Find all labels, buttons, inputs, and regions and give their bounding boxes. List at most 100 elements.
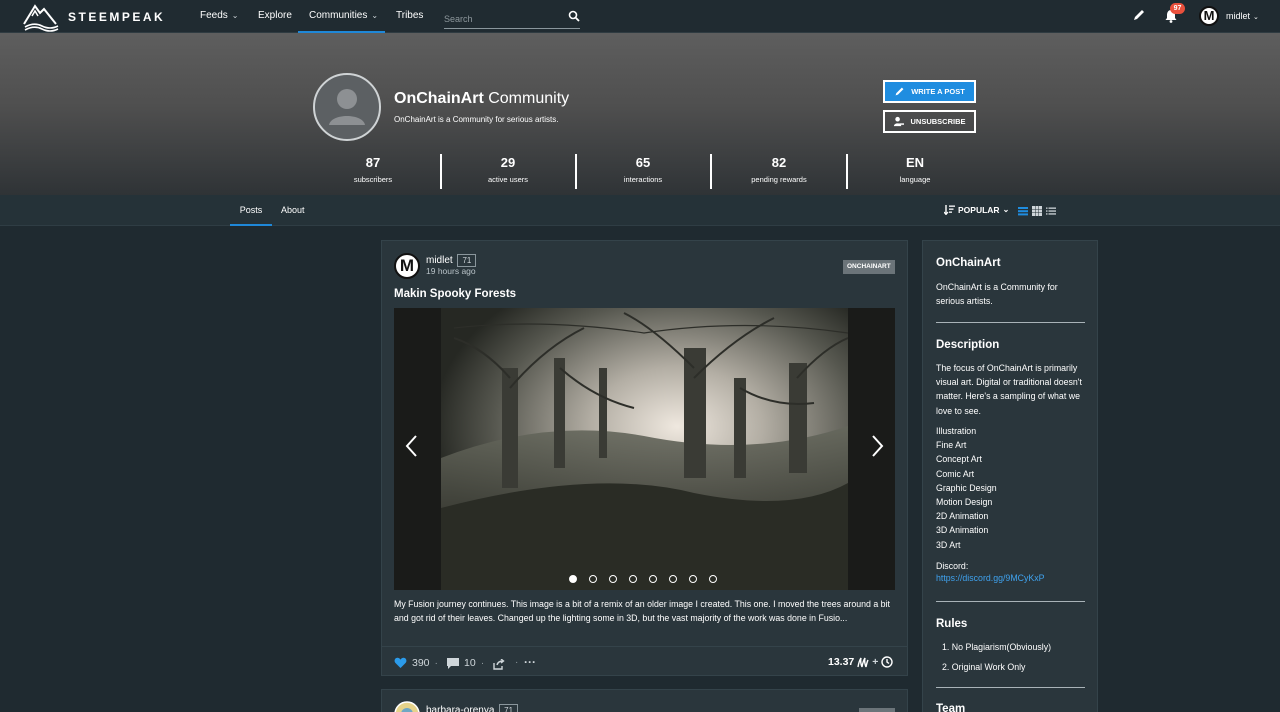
category-item: Comic Art bbox=[936, 468, 975, 479]
stat-value: 87 bbox=[365, 155, 381, 170]
steem-icon bbox=[857, 657, 869, 667]
stat-divider bbox=[440, 154, 442, 189]
discord-link[interactable]: https://discord.gg/9MCyKxP bbox=[936, 573, 1045, 583]
post-author-name[interactable]: barbara-orenya bbox=[426, 705, 494, 712]
post-author-name[interactable]: midlet bbox=[426, 255, 453, 266]
category-item: Graphic Design bbox=[936, 482, 997, 493]
vote-button[interactable]: 390 · bbox=[394, 657, 438, 669]
separator-dot: · bbox=[480, 657, 485, 669]
community-tag[interactable] bbox=[859, 708, 895, 712]
post-timestamp[interactable]: 19 hours ago bbox=[426, 266, 476, 276]
mountain-logo-icon bbox=[23, 4, 59, 32]
post-card: M midlet 71 19 hours ago ONCHAINART Maki… bbox=[381, 240, 908, 676]
list-view-icon[interactable] bbox=[1018, 206, 1028, 216]
more-options-icon[interactable]: ··· bbox=[524, 655, 536, 669]
community-tabs: Posts About POPULAR ⌄ bbox=[0, 195, 1280, 226]
pencil-icon bbox=[895, 87, 904, 96]
write-post-button[interactable]: WRITE A POST bbox=[883, 80, 976, 103]
stat-divider bbox=[575, 154, 577, 189]
carousel-next-icon[interactable] bbox=[871, 434, 885, 458]
comments-button[interactable]: 10 · bbox=[447, 657, 484, 669]
share-icon[interactable] bbox=[493, 659, 505, 670]
chevron-down-icon: ⌄ bbox=[1253, 14, 1259, 21]
stat-language: EN language bbox=[850, 155, 980, 184]
search-input[interactable] bbox=[444, 6, 554, 26]
community-title: OnChainArt Community bbox=[394, 90, 569, 108]
tab-about[interactable]: About bbox=[281, 195, 305, 226]
category-item: Motion Design bbox=[936, 497, 993, 508]
unsubscribe-button[interactable]: UNSUBSCRIBE bbox=[883, 110, 976, 133]
clock-icon bbox=[881, 656, 894, 668]
chevron-down-icon: ⌄ bbox=[1002, 205, 1010, 214]
carousel-dots bbox=[569, 575, 717, 583]
grid-view-icon[interactable] bbox=[1032, 206, 1042, 216]
stat-label: active users bbox=[487, 175, 529, 184]
comment-count: 10 bbox=[464, 657, 476, 669]
stat-pending-rewards: 82 pending rewards bbox=[714, 155, 844, 184]
stat-value: EN bbox=[905, 155, 925, 170]
payout-value: 13.37 bbox=[828, 656, 855, 668]
category-item: Fine Art bbox=[936, 440, 967, 451]
sort-label: POPULAR bbox=[958, 204, 1000, 215]
team-heading: Team bbox=[936, 703, 966, 712]
carousel-dot[interactable] bbox=[689, 575, 697, 583]
carousel-dot[interactable] bbox=[569, 575, 577, 583]
plus-sign: + bbox=[872, 656, 879, 668]
nav-explore-label: Explore bbox=[258, 10, 292, 21]
user-placeholder-icon bbox=[329, 89, 365, 125]
post-payout[interactable]: 13.37 + bbox=[828, 656, 894, 668]
post-author-avatar[interactable]: M bbox=[394, 253, 420, 279]
carousel-dot[interactable] bbox=[709, 575, 717, 583]
rules-heading: Rules bbox=[936, 618, 968, 630]
steempeak-logo[interactable]: STEEMPEAK bbox=[22, 2, 165, 32]
comment-icon bbox=[447, 657, 459, 669]
forest-image bbox=[394, 308, 895, 590]
nav-feeds-label: Feeds bbox=[200, 10, 228, 21]
stat-subscribers: 87 subscribers bbox=[308, 155, 438, 184]
write-post-label: WRITE A POST bbox=[911, 87, 965, 96]
community-avatar bbox=[313, 73, 381, 141]
post-excerpt[interactable]: My Fusion journey continues. This image … bbox=[394, 597, 898, 626]
brand-name: STEEMPEAK bbox=[68, 10, 166, 24]
tab-posts[interactable]: Posts bbox=[230, 195, 272, 226]
community-header: OnChainArt Community OnChainArt is a Com… bbox=[0, 33, 1280, 195]
nav-tribes[interactable]: Tribes bbox=[396, 0, 423, 33]
notification-count-badge: 97 bbox=[1170, 3, 1185, 14]
post-author-avatar[interactable] bbox=[394, 701, 420, 712]
carousel-dot[interactable] bbox=[629, 575, 637, 583]
separator-dot: · bbox=[434, 657, 439, 669]
unsubscribe-label: UNSUBSCRIBE bbox=[910, 117, 966, 126]
carousel-dot[interactable] bbox=[609, 575, 617, 583]
nav-feeds[interactable]: Feeds ⌄ bbox=[200, 0, 239, 33]
nav-explore[interactable]: Explore bbox=[258, 0, 292, 33]
divider bbox=[936, 322, 1085, 323]
username: midlet bbox=[1226, 11, 1251, 21]
carousel-dot[interactable] bbox=[589, 575, 597, 583]
reputation-badge: 71 bbox=[499, 704, 519, 712]
search-icon[interactable] bbox=[568, 10, 580, 22]
user-avatar[interactable]: M bbox=[1199, 6, 1219, 26]
user-menu[interactable]: midlet ⌄ bbox=[1226, 11, 1259, 21]
sort-icon bbox=[944, 205, 955, 215]
post-title[interactable]: Makin Spooky Forests bbox=[394, 288, 516, 300]
chevron-down-icon: ⌄ bbox=[371, 11, 379, 20]
carousel-dot[interactable] bbox=[669, 575, 677, 583]
sort-dropdown[interactable]: POPULAR ⌄ bbox=[944, 204, 1009, 215]
community-tag[interactable]: ONCHAINART bbox=[843, 260, 895, 274]
carousel-prev-icon[interactable] bbox=[404, 434, 418, 458]
stat-interactions: 65 interactions bbox=[578, 155, 708, 184]
nav-communities[interactable]: Communities ⌄ bbox=[298, 0, 385, 33]
category-item: 2D Animation bbox=[936, 511, 989, 522]
description-heading: Description bbox=[936, 339, 1000, 351]
carousel-dot[interactable] bbox=[649, 575, 657, 583]
divider bbox=[936, 687, 1085, 688]
post-author: barbara-orenya 71 bbox=[426, 704, 519, 712]
description-text: The focus of OnChainArt is primarily vis… bbox=[936, 363, 1082, 416]
post-image-carousel[interactable] bbox=[394, 308, 895, 590]
category-list: Illustration Fine Art Concept Art Comic … bbox=[936, 424, 997, 552]
post-footer: 390 · 10 · · ··· 13.37 + bbox=[382, 646, 907, 676]
nav-communities-label: Communities bbox=[309, 10, 368, 21]
sidebar-community-name: OnChainArt bbox=[936, 257, 1001, 269]
pencil-icon[interactable] bbox=[1132, 8, 1146, 22]
compact-view-icon[interactable] bbox=[1046, 206, 1056, 216]
